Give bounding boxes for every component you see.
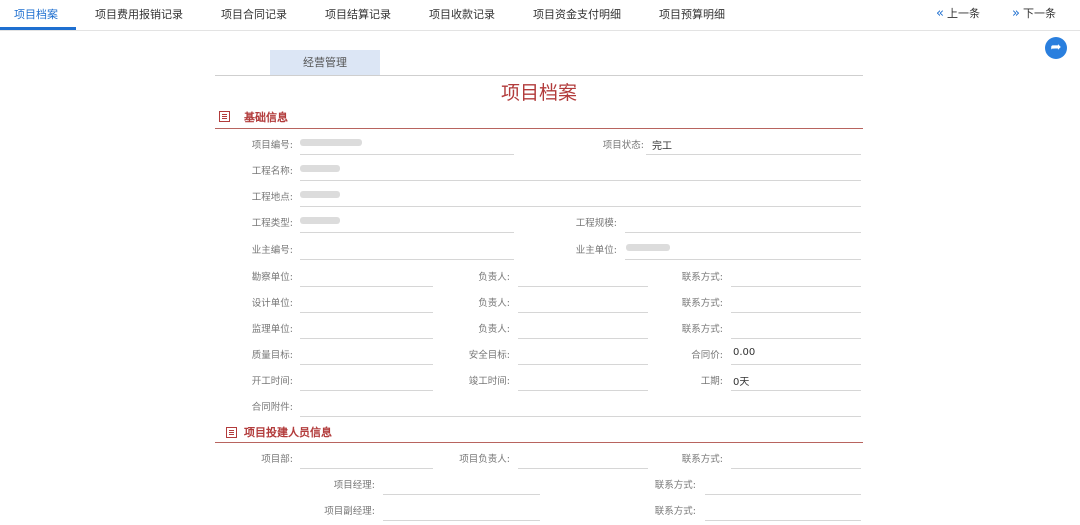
duration-field[interactable]	[731, 390, 861, 391]
section-basic-info-title: 基础信息	[244, 111, 288, 124]
page-title: 项目档案	[500, 82, 577, 104]
duration-value: 0天	[733, 377, 750, 388]
project-name-value	[300, 165, 340, 172]
survey-person-label: 负责人:	[478, 272, 510, 283]
survey-contact-field[interactable]	[731, 286, 861, 287]
location-field[interactable]	[300, 206, 861, 207]
tab-settlement-records[interactable]: 项目结算记录	[325, 0, 391, 30]
project-no-field[interactable]	[300, 154, 514, 155]
design-contact-field[interactable]	[731, 312, 861, 313]
project-dept-label: 项目部:	[261, 454, 293, 465]
next-record-button[interactable]: » 下一条	[1012, 0, 1056, 30]
manager-contact-field[interactable]	[705, 494, 861, 495]
supervision-contact-field[interactable]	[731, 338, 861, 339]
quality-goal-label: 质量目标:	[251, 350, 293, 361]
design-person-label: 负责人:	[478, 298, 510, 309]
project-no-value	[300, 139, 362, 146]
deputy-manager-field[interactable]	[383, 520, 540, 521]
supervision-unit-label: 监理单位:	[251, 324, 293, 335]
duration-label: 工期:	[700, 376, 723, 387]
tab-bar: 项目档案 项目费用报销记录 项目合同记录 项目结算记录 项目收款记录 项目资金支…	[0, 0, 1080, 31]
next-record-label: 下一条	[1022, 7, 1056, 20]
contract-price-label: 合同价:	[691, 350, 723, 361]
tab-budget-details[interactable]: 项目预算明细	[659, 0, 725, 30]
survey-unit-label: 勘察单位:	[251, 272, 293, 283]
safety-goal-label: 安全目标:	[468, 350, 510, 361]
deputy-manager-label: 项目副经理:	[324, 506, 375, 517]
attachment-field[interactable]	[300, 416, 861, 417]
supervision-person-label: 负责人:	[478, 324, 510, 335]
project-no-label: 项目编号:	[251, 140, 293, 151]
deputy-manager-contact-field[interactable]	[705, 520, 861, 521]
deputy-manager-contact-label: 联系方式:	[654, 506, 696, 517]
tab-fund-payment-details[interactable]: 项目资金支付明细	[533, 0, 621, 30]
safety-goal-field[interactable]	[518, 364, 648, 365]
finish-time-label: 竣工时间:	[468, 376, 510, 387]
contract-price-field[interactable]	[731, 364, 861, 365]
attachment-label: 合同附件:	[251, 402, 293, 413]
list-icon	[219, 111, 230, 122]
owner-no-label: 业主编号:	[251, 245, 293, 256]
prev-record-label: 上一条	[946, 7, 980, 20]
project-status-field[interactable]	[646, 154, 861, 155]
design-person-field[interactable]	[518, 312, 648, 313]
project-status-value: 完工	[652, 141, 672, 152]
finish-time-field[interactable]	[518, 390, 648, 391]
start-time-field[interactable]	[300, 390, 433, 391]
project-name-label: 工程名称:	[251, 166, 293, 177]
active-tab-indicator	[0, 27, 76, 30]
contract-price-value: 0.00	[733, 347, 756, 358]
manager-field[interactable]	[383, 494, 540, 495]
owner-unit-value	[626, 244, 670, 251]
dept-contact-label: 联系方式:	[681, 454, 723, 465]
supervision-contact-label: 联系方式:	[681, 324, 723, 335]
supervision-unit-field[interactable]	[300, 338, 433, 339]
double-chevron-right-icon: »	[1012, 6, 1020, 21]
prev-record-button[interactable]: «上一条	[936, 0, 980, 30]
survey-contact-label: 联系方式:	[681, 272, 723, 283]
list-icon	[226, 427, 237, 438]
supervision-person-field[interactable]	[518, 338, 648, 339]
design-unit-field[interactable]	[300, 312, 433, 313]
section-divider	[215, 128, 863, 129]
manager-label: 项目经理:	[333, 480, 375, 491]
project-type-label: 工程类型:	[251, 218, 293, 229]
tab-contract-records[interactable]: 项目合同记录	[221, 0, 287, 30]
scale-label: 工程规模:	[575, 218, 617, 229]
subtab-divider	[215, 75, 863, 76]
owner-unit-field[interactable]	[625, 259, 861, 260]
design-unit-label: 设计单位:	[251, 298, 293, 309]
project-status-label: 项目状态:	[602, 140, 644, 151]
manager-contact-label: 联系方式:	[654, 480, 696, 491]
tab-payment-received-records[interactable]: 项目收款记录	[429, 0, 495, 30]
project-leader-label: 项目负责人:	[459, 454, 510, 465]
survey-unit-field[interactable]	[300, 286, 433, 287]
location-label: 工程地点:	[251, 192, 293, 203]
subtab-business-management[interactable]: 经营管理	[270, 50, 380, 75]
project-type-value	[300, 217, 340, 224]
section-divider	[215, 442, 863, 443]
scale-field[interactable]	[625, 232, 861, 233]
dept-contact-field[interactable]	[731, 468, 861, 469]
location-value	[300, 191, 340, 198]
design-contact-label: 联系方式:	[681, 298, 723, 309]
project-dept-field[interactable]	[300, 468, 433, 469]
project-name-field[interactable]	[300, 180, 861, 181]
owner-no-field[interactable]	[300, 259, 514, 260]
section-staff-info-title: 项目投建人员信息	[244, 426, 332, 439]
owner-unit-label: 业主单位:	[575, 245, 617, 256]
tab-expense-records[interactable]: 项目费用报销记录	[95, 0, 183, 30]
double-chevron-left-icon: «	[936, 6, 944, 21]
project-leader-field[interactable]	[518, 468, 648, 469]
survey-person-field[interactable]	[518, 286, 648, 287]
tab-project-archive[interactable]: 项目档案	[14, 0, 58, 30]
quality-goal-field[interactable]	[300, 364, 433, 365]
project-type-field[interactable]	[300, 232, 514, 233]
share-icon[interactable]: ➦	[1045, 37, 1067, 59]
start-time-label: 开工时间:	[251, 376, 293, 387]
